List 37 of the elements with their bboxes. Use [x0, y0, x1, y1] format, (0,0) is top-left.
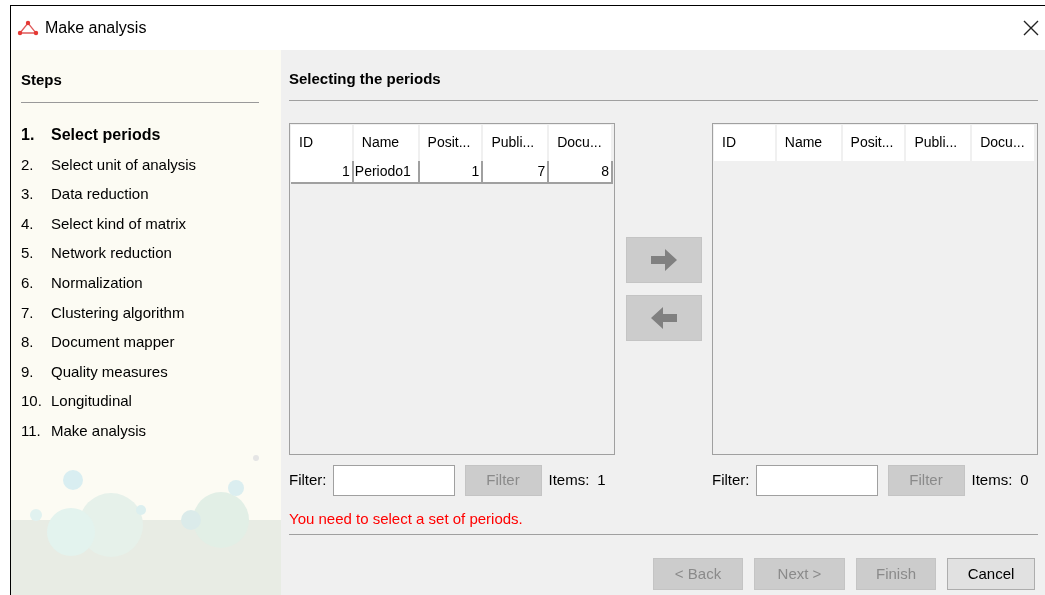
- items-count: 1: [597, 469, 606, 490]
- items-count: 0: [1020, 469, 1029, 490]
- table-cell: 8: [549, 160, 613, 182]
- table-cell: 7: [483, 160, 550, 182]
- filter-label: Filter:: [289, 469, 327, 490]
- items-label: Items:: [548, 469, 590, 490]
- step-item: 9. Quality measures: [21, 361, 169, 382]
- filter-label: Filter:: [712, 469, 750, 490]
- window-title: Make analysis: [45, 18, 147, 38]
- steps-title: Steps: [21, 70, 63, 90]
- step-item: 8. Document mapper: [21, 332, 176, 353]
- table-cell: 1: [419, 160, 484, 182]
- step-item: 5. Network reduction: [21, 243, 173, 264]
- step-item: 6. Normalization: [21, 273, 144, 293]
- page-title: Selecting the periods: [289, 69, 442, 89]
- column-header[interactable]: Posit...: [842, 124, 907, 161]
- error-message: You need to select a set of periods.: [289, 508, 524, 529]
- step-item: 4. Select kind of matrix: [21, 213, 188, 234]
- filter-field[interactable]: [332, 464, 455, 496]
- step-item: 10. Longitudinal: [21, 391, 133, 412]
- step-item: 3. Data reduction: [21, 184, 150, 205]
- step-item: 11. Make analysis: [21, 421, 148, 441]
- table-cell: 1: [291, 160, 354, 182]
- step-item: 1. Select periods: [21, 125, 162, 146]
- column-header[interactable]: Docu...: [972, 124, 1036, 161]
- column-header[interactable]: Publi...: [906, 124, 973, 161]
- column-header[interactable]: Name: [776, 124, 843, 161]
- filter-field[interactable]: [755, 464, 878, 496]
- right-arrow-icon: [648, 246, 679, 273]
- app-logo-icon: [17, 20, 39, 36]
- column-header[interactable]: ID: [714, 124, 777, 161]
- step-item: 7. Clustering algorithm: [21, 302, 186, 323]
- table-cell: Periodo1: [353, 160, 420, 182]
- close-icon[interactable]: [1023, 20, 1039, 36]
- items-label: Items:: [971, 469, 1013, 490]
- step-item: 2. Select unit of analysis: [21, 154, 198, 175]
- dialog-button[interactable]: Cancel: [947, 558, 1035, 590]
